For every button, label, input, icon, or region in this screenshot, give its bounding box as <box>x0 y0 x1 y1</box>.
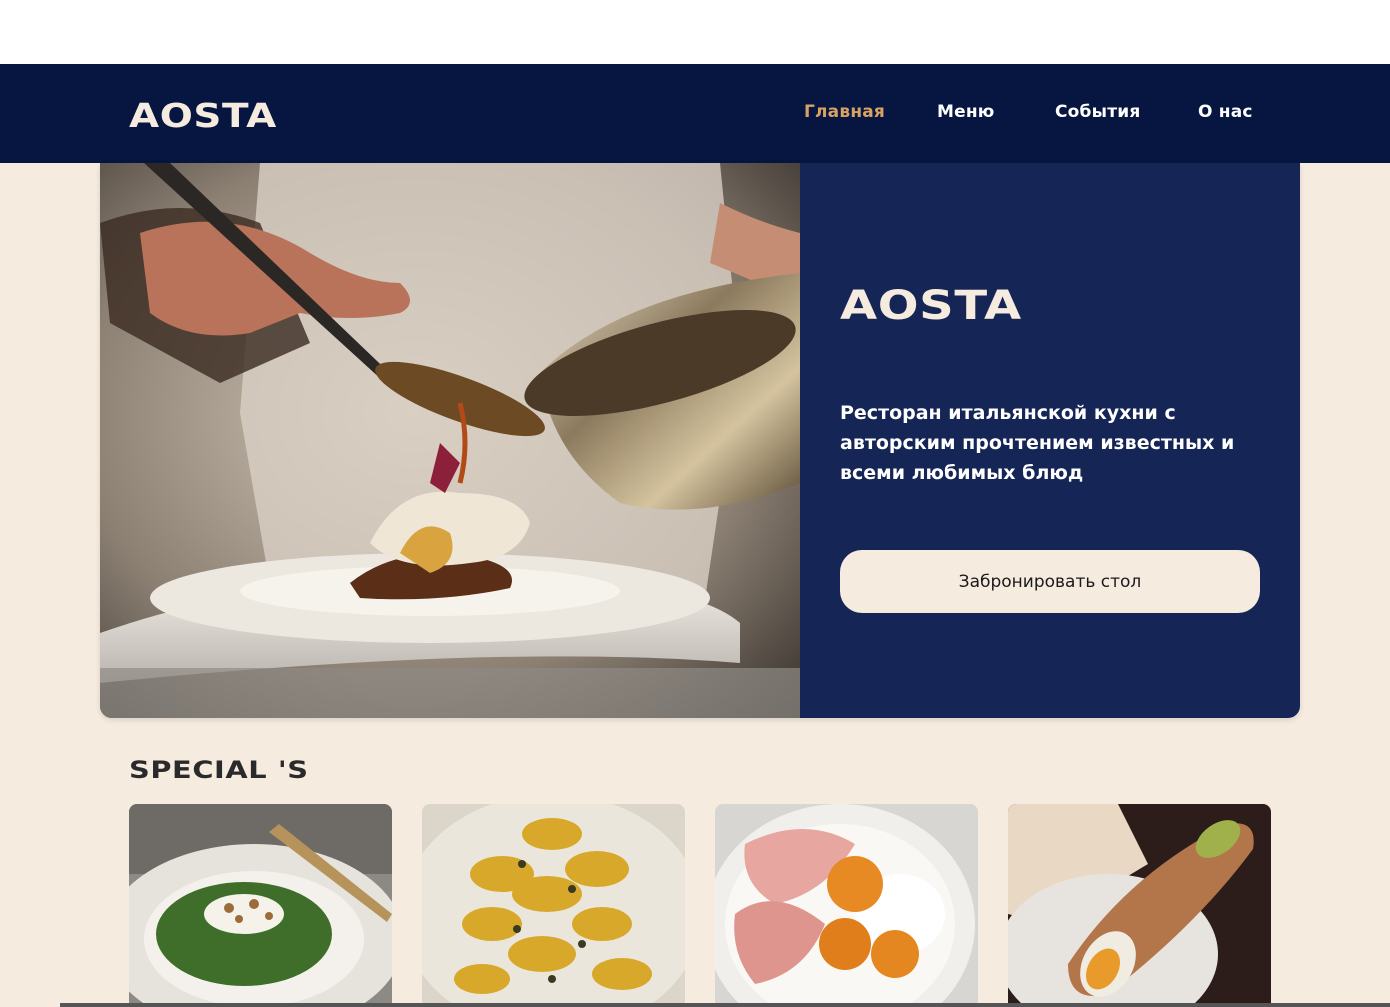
navbar: AOSTA Главная Меню События О нас <box>0 64 1390 163</box>
special-card-cannoli[interactable] <box>1008 804 1271 1007</box>
nav-item-home[interactable]: Главная <box>804 102 885 122</box>
special-card-risotto[interactable] <box>129 804 392 1007</box>
nav-item-about[interactable]: О нас <box>1198 102 1253 122</box>
cannoli-dish-image <box>1008 804 1271 1007</box>
horizontal-scrollbar[interactable] <box>60 1003 1390 1007</box>
hero-title: AOSTA <box>840 283 1022 329</box>
specials-heading: SPECIAL 'S <box>129 756 309 784</box>
hero-chef-plating-photo <box>100 163 800 718</box>
chef-plating-illustration <box>100 163 800 718</box>
book-table-button[interactable]: Забронировать стол <box>840 550 1260 613</box>
nav-item-events[interactable]: События <box>1055 102 1140 122</box>
nav-item-menu[interactable]: Меню <box>937 102 995 122</box>
hero-description: Ресторан итальянской кухни с авторским п… <box>840 402 1235 484</box>
top-blank-area <box>0 0 1390 64</box>
risotto-dish-image <box>129 804 392 1007</box>
prosciutto-apricot-dish-image <box>715 804 978 1007</box>
hero-section: AOSTA Ресторан итальянской кухни с автор… <box>100 163 1300 718</box>
special-card-prosciutto[interactable] <box>715 804 978 1007</box>
hero-info-panel: AOSTA Ресторан итальянской кухни с автор… <box>800 163 1300 718</box>
filled-pasta-dish-image <box>422 804 685 1007</box>
logo[interactable]: AOSTA <box>129 96 277 135</box>
special-card-pasta[interactable] <box>422 804 685 1007</box>
